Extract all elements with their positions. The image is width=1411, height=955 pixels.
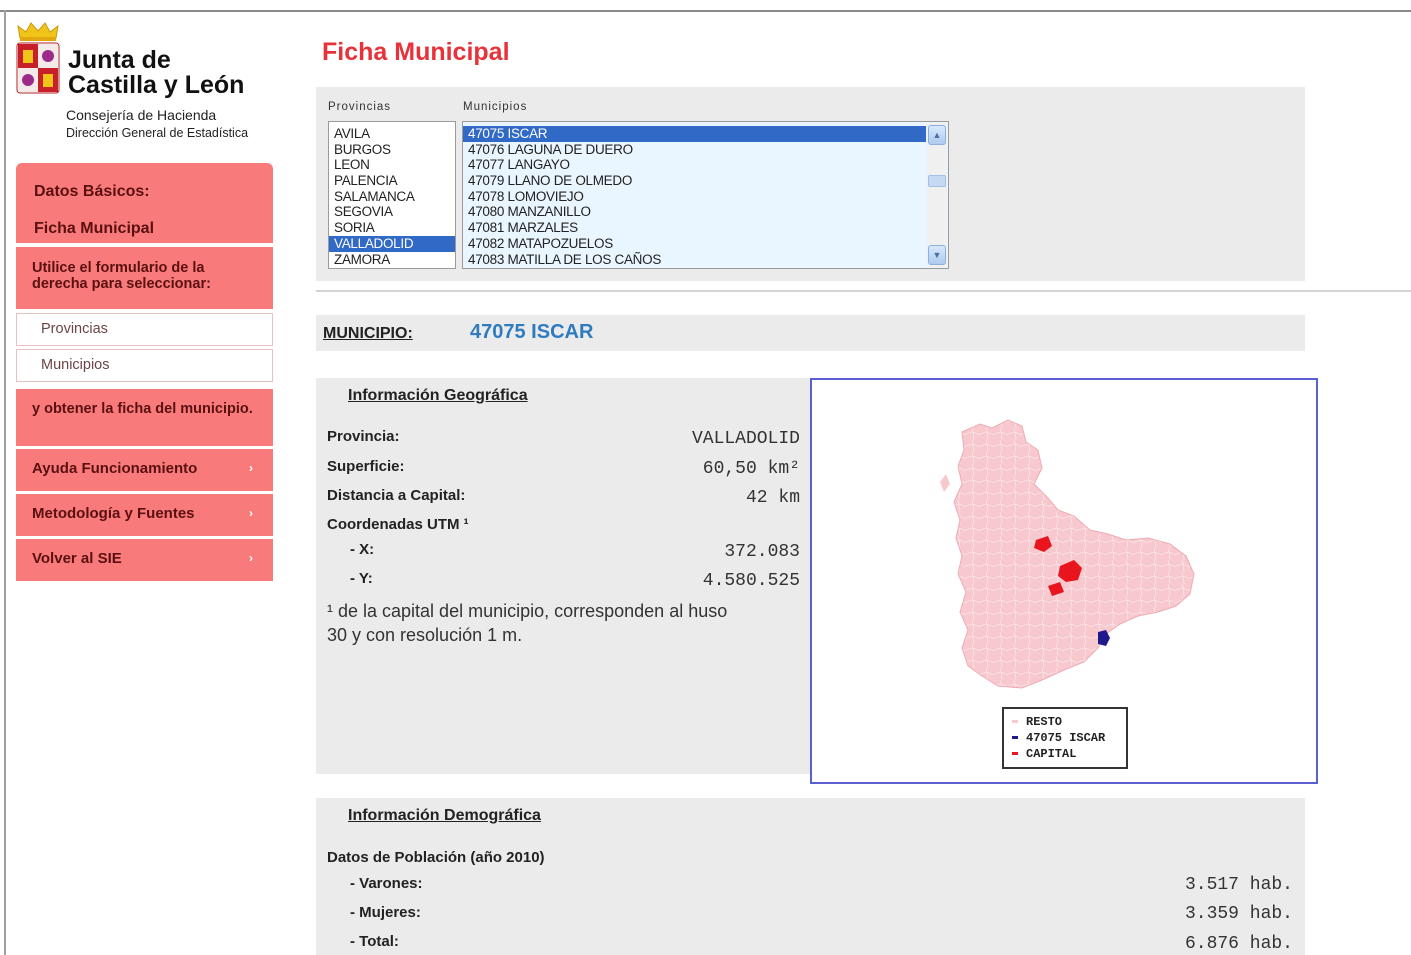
sidebar-header: Datos Básicos: Ficha Municipal <box>16 163 273 243</box>
provincias-label: Provincias <box>328 101 392 113</box>
x-value: 372.083 <box>724 542 800 562</box>
province-map: RESTO 47075 ISCAR CAPITAL <box>810 378 1318 784</box>
list-item[interactable]: LEON <box>329 157 455 173</box>
list-item[interactable]: SORIA <box>329 220 455 236</box>
scroll-down-icon[interactable]: ▼ <box>928 245 946 265</box>
coordinates-footnote: ¹ de la capital del municipio, correspon… <box>327 601 728 645</box>
municipios-listbox[interactable]: 47075 ISCAR 47076 LAGUNA DE DUERO 47077 LA… <box>462 121 949 269</box>
list-item[interactable]: SEGOVIA <box>329 204 455 220</box>
coordenadas-label: Coordenadas UTM ¹ <box>327 516 469 533</box>
coat-of-arms-icon <box>16 42 60 94</box>
sidebar-link-municipios[interactable]: Municipios <box>16 349 273 382</box>
logo-title: Junta de Castilla y León <box>68 46 245 99</box>
list-item[interactable]: 47077 LANGAYO <box>463 157 926 173</box>
logo-subtitle: Consejería de Hacienda Dirección General… <box>66 107 249 140</box>
window-left-border <box>4 10 6 955</box>
list-item[interactable]: 47078 LOMOVIEJO <box>463 189 926 205</box>
list-item[interactable]: 47075 ISCAR <box>463 126 926 142</box>
superficie-label: Superficie: <box>327 458 405 475</box>
sidebar-instruction: Utilice el formulario de la derecha para… <box>16 247 273 309</box>
demo-info-panel: Información Demográfica Datos de Poblaci… <box>316 798 1305 955</box>
datos-basicos-label: Datos Básicos: <box>34 183 150 200</box>
chevron-right-icon: › <box>249 506 253 520</box>
scroll-up-icon[interactable]: ▲ <box>928 125 946 145</box>
superficie-value: 60,50 km² <box>702 459 800 479</box>
provincias-listbox[interactable]: AVILA BURGOS LEON PALENCIA SALAMANCA SEGOVIA S… <box>328 121 456 269</box>
x-label: - X: <box>350 541 375 558</box>
list-item[interactable]: PALENCIA <box>329 173 455 189</box>
demo-section-title: Información Demográfica <box>348 807 541 824</box>
list-item[interactable]: BURGOS <box>329 142 455 158</box>
junta-logo[interactable]: Junta de Castilla y León Consejería de H… <box>14 20 274 150</box>
list-item[interactable]: 47080 MANZANILLO <box>463 204 926 220</box>
list-item[interactable]: ZAMORA <box>329 252 455 268</box>
ficha-municipal-label: Ficha Municipal <box>34 220 155 237</box>
legend-swatch <box>1012 736 1018 740</box>
legend-swatch <box>1012 720 1018 724</box>
sidebar-nav-volver[interactable]: Volver al SIE › <box>16 539 273 581</box>
divider <box>316 290 1411 292</box>
list-item[interactable]: AVILA <box>329 126 455 142</box>
legend-item-iscar: 47075 ISCAR <box>1012 730 1126 746</box>
selector-panel: Provincias Municipios AVILA BURGOS LEON PAL… <box>316 87 1305 281</box>
legend-item-capital: CAPITAL <box>1012 746 1126 762</box>
window-top-border <box>0 0 1411 12</box>
chevron-right-icon: › <box>249 461 253 475</box>
sidebar-instruction-2: y obtener la ficha del municipio. <box>16 389 273 446</box>
map-legend: RESTO 47075 ISCAR CAPITAL <box>1002 707 1128 769</box>
total-value: 6.876 hab. <box>1184 934 1293 954</box>
municipios-label: Municipios <box>463 101 528 113</box>
sidebar-link-provincias[interactable]: Provincias <box>16 313 273 346</box>
list-item[interactable]: 47076 LAGUNA DE DUERO <box>463 142 926 158</box>
list-item[interactable]: SALAMANCA <box>329 189 455 205</box>
varones-value: 3.517 hab. <box>1184 875 1293 895</box>
y-label: - Y: <box>350 570 373 587</box>
nav-label: Volver al SIE <box>32 550 122 567</box>
poblacion-label: Datos de Población (año 2010) <box>327 849 545 866</box>
scroll-thumb[interactable] <box>928 175 946 187</box>
mujeres-label: - Mujeres: <box>350 904 421 921</box>
legend-item-resto: RESTO <box>1012 714 1126 730</box>
list-item[interactable]: 47082 MATAPOZUELOS <box>463 236 926 252</box>
chevron-right-icon: › <box>249 551 253 565</box>
list-item[interactable]: 47083 MATILLA DE LOS CAÑOS <box>463 252 926 268</box>
y-value: 4.580.525 <box>702 571 800 591</box>
list-item[interactable]: 47081 MARZALES <box>463 220 926 236</box>
nav-label: Ayuda Funcionamiento <box>32 460 198 477</box>
municipio-bar: MUNICIPIO: 47075 ISCAR <box>316 315 1305 351</box>
sidebar-nav-metodologia[interactable]: Metodología y Fuentes › <box>16 494 273 536</box>
distancia-value: 42 km <box>745 488 800 508</box>
municipio-value: 47075 ISCAR <box>470 321 594 343</box>
geo-info-panel: Información Geográfica Provincia: VALLAD… <box>316 378 810 774</box>
provincia-label: Provincia: <box>327 428 400 445</box>
list-item[interactable]: 47079 LLANO DE OLMEDO <box>463 173 926 189</box>
list-item[interactable]: VALLADOLID <box>329 235 455 252</box>
provincia-value: VALLADOLID <box>691 429 800 449</box>
page-title: Ficha Municipal <box>322 38 510 66</box>
geo-section-title: Información Geográfica <box>348 387 528 404</box>
varones-label: - Varones: <box>350 875 423 892</box>
municipios-scrollbar[interactable]: ▲ ▼ <box>927 123 947 267</box>
total-label: - Total: <box>350 933 399 950</box>
nav-label: Metodología y Fuentes <box>32 505 195 522</box>
legend-swatch <box>1012 752 1018 756</box>
sidebar-nav-ayuda[interactable]: Ayuda Funcionamiento › <box>16 449 273 491</box>
exclave-shape <box>940 474 950 492</box>
province-shape <box>953 419 1195 689</box>
distancia-label: Distancia a Capital: <box>327 487 466 504</box>
mujeres-value: 3.359 hab. <box>1184 904 1293 924</box>
crown-icon <box>17 22 59 41</box>
municipio-label: MUNICIPIO: <box>323 325 413 342</box>
